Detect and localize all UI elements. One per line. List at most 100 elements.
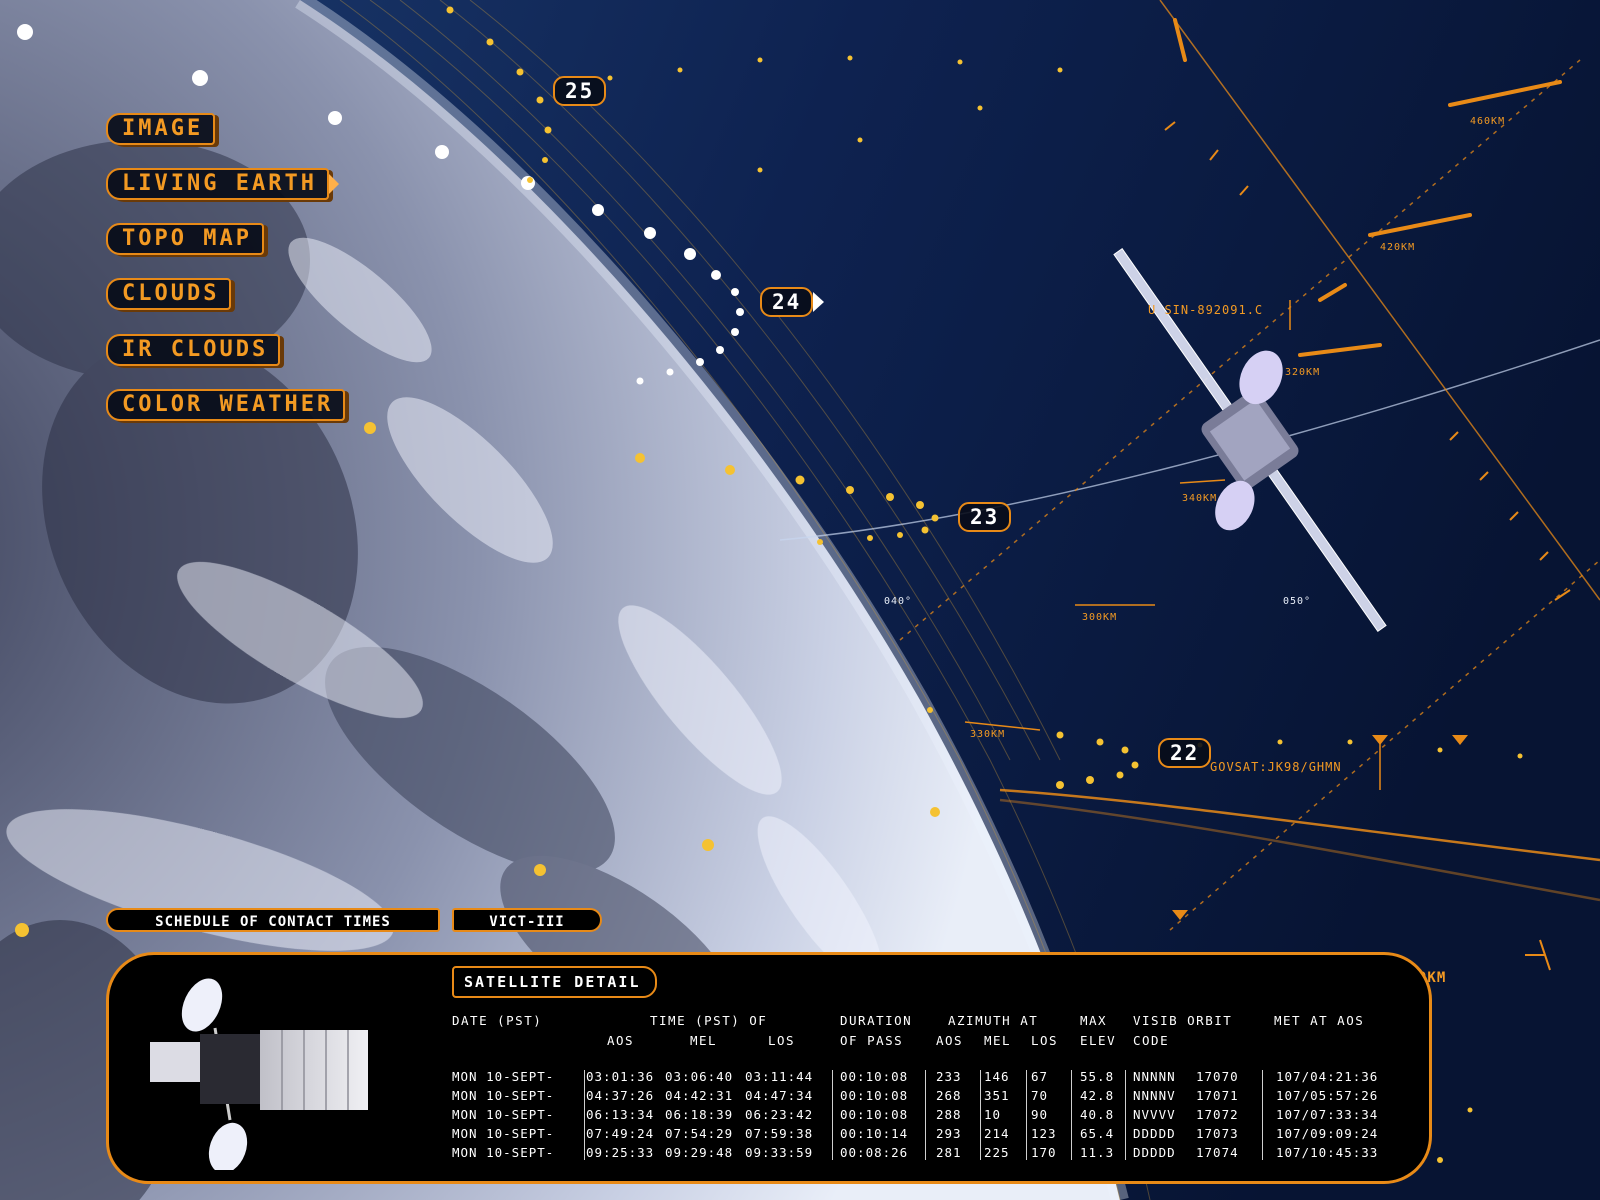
cell-aos: 04:37:26 bbox=[586, 1088, 655, 1103]
satellite-detail-tab[interactable]: SATELLITE DETAIL bbox=[452, 966, 657, 998]
cell-met-at-aos: 107/05:57:26 bbox=[1276, 1088, 1379, 1103]
cell-los: 04:47:34 bbox=[745, 1088, 814, 1103]
cell-azimuth-aos: 281 bbox=[936, 1145, 962, 1160]
satellite-thumbnail-image bbox=[150, 978, 368, 1170]
cell-orbit: 17072 bbox=[1196, 1107, 1239, 1122]
cell-azimuth-aos: 288 bbox=[936, 1107, 962, 1122]
cell-orbit: 17074 bbox=[1196, 1145, 1239, 1160]
menu-living-earth-button[interactable]: LIVING EARTH bbox=[106, 168, 339, 200]
menu-color-weather-button[interactable]: COLOR WEATHER bbox=[106, 389, 346, 421]
heading-label-050: 050° bbox=[1283, 596, 1312, 607]
cell-visib-code: DDDDD bbox=[1133, 1145, 1176, 1160]
column-divider bbox=[1071, 1070, 1072, 1160]
cell-orbit: 17071 bbox=[1196, 1088, 1239, 1103]
cell-azimuth-mel: 214 bbox=[984, 1126, 1010, 1141]
cell-max-elev: 65.4 bbox=[1080, 1126, 1115, 1141]
cell-max-elev: 40.8 bbox=[1080, 1107, 1115, 1122]
header-mel: MEL bbox=[690, 1033, 718, 1048]
cell-met-at-aos: 107/07:33:34 bbox=[1276, 1107, 1379, 1122]
cell-aos: 03:01:36 bbox=[586, 1069, 655, 1084]
altitude-label-330km: 330KM bbox=[970, 729, 1006, 740]
cell-visib-code: NVVVV bbox=[1133, 1107, 1176, 1122]
govsat-label: GOVSAT:JK98/GHMN bbox=[1210, 760, 1342, 774]
cell-visib-code: NNNNV bbox=[1133, 1088, 1176, 1103]
column-divider bbox=[1262, 1070, 1263, 1160]
cell-azimuth-mel: 146 bbox=[984, 1069, 1010, 1084]
header-elev: ELEV bbox=[1080, 1033, 1117, 1048]
satellite-selector[interactable]: VICT-III bbox=[452, 908, 602, 932]
column-divider bbox=[980, 1070, 981, 1160]
cell-visib-code: DDDDD bbox=[1133, 1126, 1176, 1141]
column-divider bbox=[1125, 1070, 1126, 1160]
orbit-marker-23[interactable]: 23 bbox=[958, 502, 1012, 532]
altitude-label-420km: 420KM bbox=[1380, 242, 1416, 253]
menu-image-button[interactable]: IMAGE bbox=[106, 113, 216, 145]
cell-mel: 09:29:48 bbox=[665, 1145, 734, 1160]
orbit-marker-25[interactable]: 25 bbox=[553, 76, 607, 106]
header-azimuth-mel: MEL bbox=[984, 1033, 1012, 1048]
cell-orbit: 17073 bbox=[1196, 1126, 1239, 1141]
cell-date: MON 10-SEPT- bbox=[452, 1126, 555, 1141]
header-code: CODE bbox=[1133, 1033, 1170, 1048]
cell-azimuth-los: 67 bbox=[1031, 1069, 1049, 1084]
header-azimuth-los: LOS bbox=[1031, 1033, 1059, 1048]
cell-mel: 03:06:40 bbox=[665, 1069, 734, 1084]
column-divider bbox=[925, 1070, 926, 1160]
cell-azimuth-los: 70 bbox=[1031, 1088, 1049, 1103]
cell-los: 07:59:38 bbox=[745, 1126, 814, 1141]
menu-topo-map-button[interactable]: TOPO MAP bbox=[106, 223, 264, 255]
header-azimuth-aos: AOS bbox=[936, 1033, 964, 1048]
column-divider bbox=[832, 1070, 833, 1160]
cell-los: 06:23:42 bbox=[745, 1107, 814, 1122]
cell-date: MON 10-SEPT- bbox=[452, 1088, 555, 1103]
cell-azimuth-mel: 225 bbox=[984, 1145, 1010, 1160]
cell-date: MON 10-SEPT- bbox=[452, 1145, 555, 1160]
cell-los: 09:33:59 bbox=[745, 1145, 814, 1160]
cell-duration: 00:10:08 bbox=[840, 1107, 909, 1122]
orbit-marker-24[interactable]: 24 bbox=[760, 287, 825, 317]
cell-los: 03:11:44 bbox=[745, 1069, 814, 1084]
cell-azimuth-aos: 293 bbox=[936, 1126, 962, 1141]
schedule-of-contact-times-label[interactable]: SCHEDULE OF CONTACT TIMES bbox=[106, 908, 440, 932]
header-max: MAX bbox=[1080, 1013, 1108, 1028]
cell-orbit: 17070 bbox=[1196, 1069, 1239, 1084]
header-met-at-aos: MET AT AOS bbox=[1274, 1013, 1365, 1028]
cell-met-at-aos: 107/10:45:33 bbox=[1276, 1145, 1379, 1160]
cell-azimuth-los: 123 bbox=[1031, 1126, 1057, 1141]
header-visib-orbit: VISIB ORBIT bbox=[1133, 1013, 1233, 1028]
cell-max-elev: 42.8 bbox=[1080, 1088, 1115, 1103]
cell-aos: 09:25:33 bbox=[586, 1145, 655, 1160]
orbit-marker-22[interactable]: 22 bbox=[1158, 738, 1212, 768]
header-date: DATE (PST) bbox=[452, 1013, 543, 1028]
cell-duration: 00:10:08 bbox=[840, 1069, 909, 1084]
menu-ir-clouds-button[interactable]: IR CLOUDS bbox=[106, 334, 281, 366]
cell-duration: 00:08:26 bbox=[840, 1145, 909, 1160]
cell-azimuth-mel: 351 bbox=[984, 1088, 1010, 1103]
column-divider bbox=[584, 1070, 585, 1160]
column-divider bbox=[1026, 1070, 1027, 1160]
altitude-label-300km: 300KM bbox=[1082, 612, 1118, 623]
cell-mel: 04:42:31 bbox=[665, 1088, 734, 1103]
cell-met-at-aos: 107/09:09:24 bbox=[1276, 1126, 1379, 1141]
cell-mel: 07:54:29 bbox=[665, 1126, 734, 1141]
altitude-label-460km: 460KM bbox=[1470, 116, 1506, 127]
cell-max-elev: 11.3 bbox=[1080, 1145, 1115, 1160]
cell-duration: 00:10:08 bbox=[840, 1088, 909, 1103]
altitude-label-340km: 340KM bbox=[1182, 493, 1218, 504]
cell-aos: 06:13:34 bbox=[586, 1107, 655, 1122]
cell-azimuth-mel: 10 bbox=[984, 1107, 1002, 1122]
header-of-pass: OF PASS bbox=[840, 1033, 904, 1048]
cell-aos: 07:49:24 bbox=[586, 1126, 655, 1141]
cell-max-elev: 55.8 bbox=[1080, 1069, 1115, 1084]
cell-date: MON 10-SEPT- bbox=[452, 1069, 555, 1084]
header-los: LOS bbox=[768, 1033, 796, 1048]
cell-azimuth-aos: 268 bbox=[936, 1088, 962, 1103]
cell-met-at-aos: 107/04:21:36 bbox=[1276, 1069, 1379, 1084]
header-aos: AOS bbox=[607, 1033, 635, 1048]
altitude-label-320km: 320KM bbox=[1285, 367, 1321, 378]
cell-mel: 06:18:39 bbox=[665, 1107, 734, 1122]
header-azimuth-at: AZIMUTH AT bbox=[948, 1013, 1039, 1028]
menu-clouds-button[interactable]: CLOUDS bbox=[106, 278, 232, 310]
header-time-of: TIME (PST) OF bbox=[650, 1013, 768, 1028]
header-duration: DURATION bbox=[840, 1013, 913, 1028]
